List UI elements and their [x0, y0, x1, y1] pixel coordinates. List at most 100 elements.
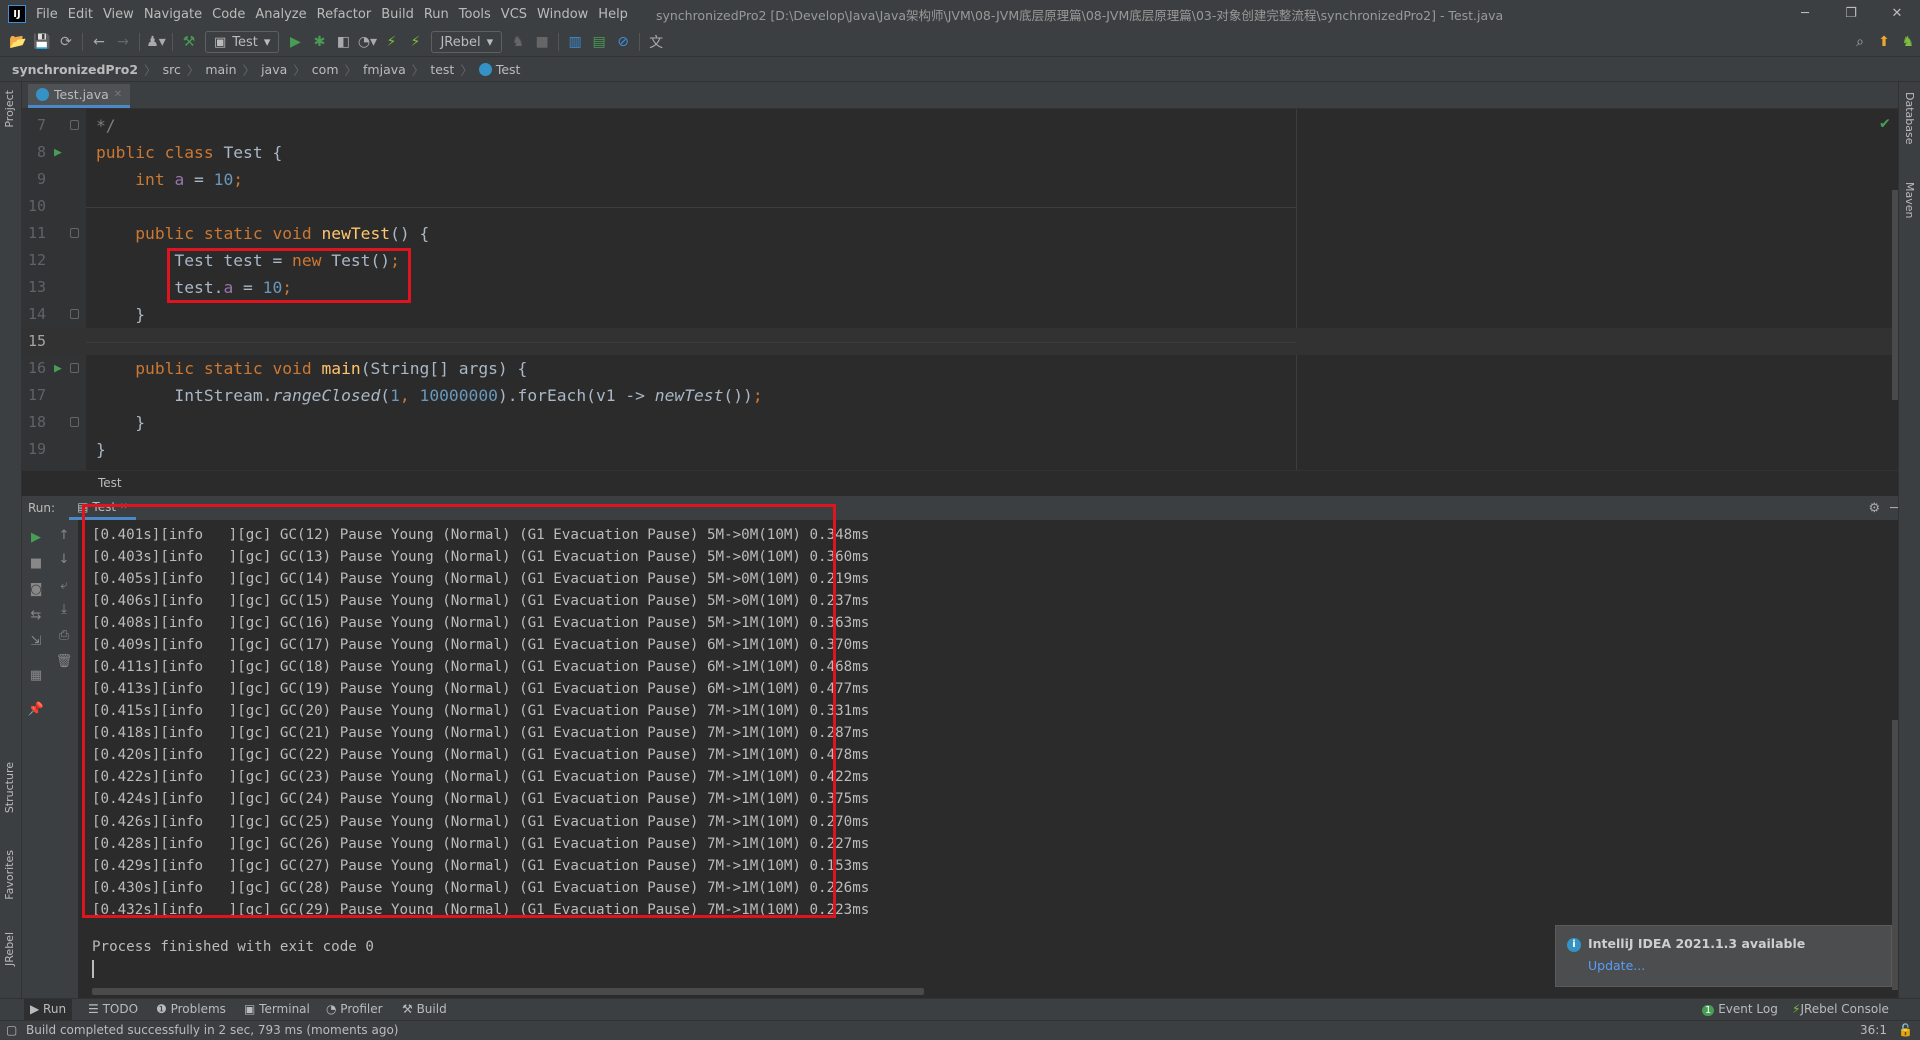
- code-line[interactable]: 18 }: [22, 409, 1898, 436]
- menu-code[interactable]: Code: [212, 7, 245, 22]
- editor-scrollbar[interactable]: [1892, 190, 1898, 400]
- sync-icon[interactable]: ⟳: [54, 31, 78, 53]
- debug-icon[interactable]: ✱: [307, 31, 331, 53]
- scroll-to-end-icon[interactable]: ⤓: [54, 602, 74, 617]
- code-line[interactable]: 9 int a = 10;: [22, 166, 1898, 193]
- attach-icon[interactable]: ♞: [506, 31, 530, 53]
- down-arrow-icon[interactable]: ↓: [54, 552, 74, 567]
- visualvm-icon[interactable]: ▤: [587, 31, 611, 53]
- breadcrumb-item[interactable]: main: [205, 62, 236, 77]
- translate-icon[interactable]: 文: [644, 31, 668, 53]
- tool-window-favorites[interactable]: Favorites: [3, 850, 16, 900]
- back-icon[interactable]: ←: [87, 31, 111, 53]
- jrebel-status-icon[interactable]: ♞: [1896, 31, 1920, 53]
- code-line[interactable]: 14 }: [22, 301, 1898, 328]
- update-link[interactable]: Update...: [1588, 958, 1645, 973]
- menu-file[interactable]: File: [36, 7, 58, 22]
- rerun-icon[interactable]: ▶: [26, 530, 46, 545]
- tool-window-project[interactable]: Project: [3, 90, 16, 128]
- bottom-tab-build[interactable]: ⚒ Build: [396, 999, 453, 1020]
- code-line[interactable]: 7 */: [22, 112, 1898, 139]
- minimize-panel-icon[interactable]: ─: [1890, 501, 1898, 516]
- event-log-tab[interactable]: 1 Event Log: [1696, 999, 1784, 1020]
- build-hammer-icon[interactable]: ⚒: [177, 31, 201, 53]
- breadcrumb-item[interactable]: src: [163, 62, 181, 77]
- run-gutter-icon[interactable]: ▶: [54, 355, 62, 382]
- breadcrumb-item[interactable]: fmjava: [363, 62, 406, 77]
- restore-button[interactable]: ❐: [1828, 0, 1874, 28]
- update-icon[interactable]: ⬆: [1872, 31, 1896, 53]
- console-scrollbar[interactable]: [1892, 720, 1898, 990]
- code-line[interactable]: 17 IntStream.rangeClosed(1, 10000000).fo…: [22, 382, 1898, 409]
- fold-icon[interactable]: [70, 228, 79, 238]
- gear-icon[interactable]: ⚙: [1869, 501, 1881, 516]
- menu-help[interactable]: Help: [598, 7, 628, 22]
- caret-position[interactable]: 36:1: [1860, 1021, 1887, 1040]
- menu-tools[interactable]: Tools: [459, 7, 491, 22]
- power-save-icon[interactable]: ⊘: [611, 31, 635, 53]
- breadcrumb-item[interactable]: test: [430, 62, 454, 77]
- code-line[interactable]: 8 ▶ public class Test {: [22, 139, 1898, 166]
- tool-window-database[interactable]: Database: [1903, 92, 1916, 145]
- menu-build[interactable]: Build: [381, 7, 414, 22]
- jrebel-debug-icon[interactable]: ⚡: [403, 31, 427, 53]
- menu-run[interactable]: Run: [424, 7, 449, 22]
- layout-icon[interactable]: ▦: [26, 668, 46, 683]
- soft-wrap-icon[interactable]: ⤶: [54, 578, 74, 593]
- restore-layout-icon[interactable]: ⇆: [26, 608, 46, 623]
- bottom-tab-terminal[interactable]: ▣ Terminal: [238, 999, 316, 1020]
- horizontal-scrollbar[interactable]: [92, 988, 924, 995]
- editor-breadcrumb-item[interactable]: Test: [98, 476, 122, 490]
- stop-icon[interactable]: ■: [530, 31, 554, 53]
- bottom-tab-profiler[interactable]: ◔ Profiler: [320, 999, 389, 1020]
- bottom-tab-todo[interactable]: ☰ TODO: [82, 999, 144, 1020]
- save-icon[interactable]: 💾: [30, 31, 54, 53]
- close-tab-icon[interactable]: ✕: [114, 89, 122, 100]
- menu-navigate[interactable]: Navigate: [144, 7, 202, 22]
- tool-window-maven[interactable]: Maven: [1903, 182, 1916, 218]
- up-arrow-icon[interactable]: ↑: [54, 528, 74, 543]
- print-icon[interactable]: ⎙: [54, 628, 74, 643]
- menu-analyze[interactable]: Analyze: [255, 7, 306, 22]
- camera-icon[interactable]: ◙: [26, 582, 46, 597]
- jrebel-run-icon[interactable]: ⚡: [379, 31, 403, 53]
- lock-icon[interactable]: 🔓: [1898, 1021, 1913, 1040]
- close-button[interactable]: ✕: [1874, 0, 1920, 28]
- jclasslib-icon[interactable]: ▥: [563, 31, 587, 53]
- menu-view[interactable]: View: [103, 7, 134, 22]
- jrebel-console-tab[interactable]: ⚡JRebel Console: [1786, 999, 1895, 1020]
- breadcrumb-item[interactable]: Test: [496, 62, 521, 77]
- jrebel-config-select[interactable]: JRebel ▾: [431, 31, 503, 53]
- run-gutter-icon[interactable]: ▶: [54, 139, 62, 166]
- code-line[interactable]: 11 public static void newTest() {: [22, 220, 1898, 247]
- vcs-user-icon[interactable]: ♟▾: [144, 31, 168, 53]
- bottom-tab-run[interactable]: ▶ Run: [24, 999, 73, 1020]
- stop-icon[interactable]: ■: [26, 556, 46, 571]
- inspection-ok-icon[interactable]: ✔: [1880, 113, 1890, 132]
- breadcrumb-item[interactable]: com: [312, 62, 339, 77]
- fold-icon[interactable]: [70, 309, 79, 319]
- menu-vcs[interactable]: VCS: [501, 7, 527, 22]
- open-folder-icon[interactable]: 📂: [6, 31, 30, 53]
- trash-icon[interactable]: 🗑: [54, 654, 74, 669]
- export-icon[interactable]: ⇲: [26, 634, 46, 649]
- tool-window-jrebel[interactable]: JRebel: [3, 932, 16, 966]
- breadcrumb-item[interactable]: synchronizedPro2: [12, 62, 138, 77]
- fold-icon[interactable]: [70, 363, 79, 373]
- breadcrumb-item[interactable]: java: [261, 62, 287, 77]
- toggle-tool-windows-icon[interactable]: ▢: [6, 1021, 17, 1040]
- run-icon[interactable]: ▶: [283, 31, 307, 53]
- run-config-select[interactable]: ▣ Test ▾: [205, 31, 280, 53]
- minimize-button[interactable]: ─: [1782, 0, 1828, 28]
- menu-edit[interactable]: Edit: [68, 7, 93, 22]
- code-line[interactable]: 19}: [22, 436, 1898, 463]
- tool-window-structure[interactable]: Structure: [3, 762, 16, 813]
- menu-refactor[interactable]: Refactor: [317, 7, 372, 22]
- fold-icon[interactable]: [70, 120, 79, 130]
- code-line[interactable]: 16 ▶ public static void main(String[] arg…: [22, 355, 1898, 382]
- profile-icon[interactable]: ◔▾: [355, 31, 379, 53]
- coverage-icon[interactable]: ◧: [331, 31, 355, 53]
- search-icon[interactable]: ⌕: [1848, 31, 1872, 53]
- menu-window[interactable]: Window: [537, 7, 588, 22]
- bottom-tab-problems[interactable]: ❶ Problems: [150, 999, 232, 1020]
